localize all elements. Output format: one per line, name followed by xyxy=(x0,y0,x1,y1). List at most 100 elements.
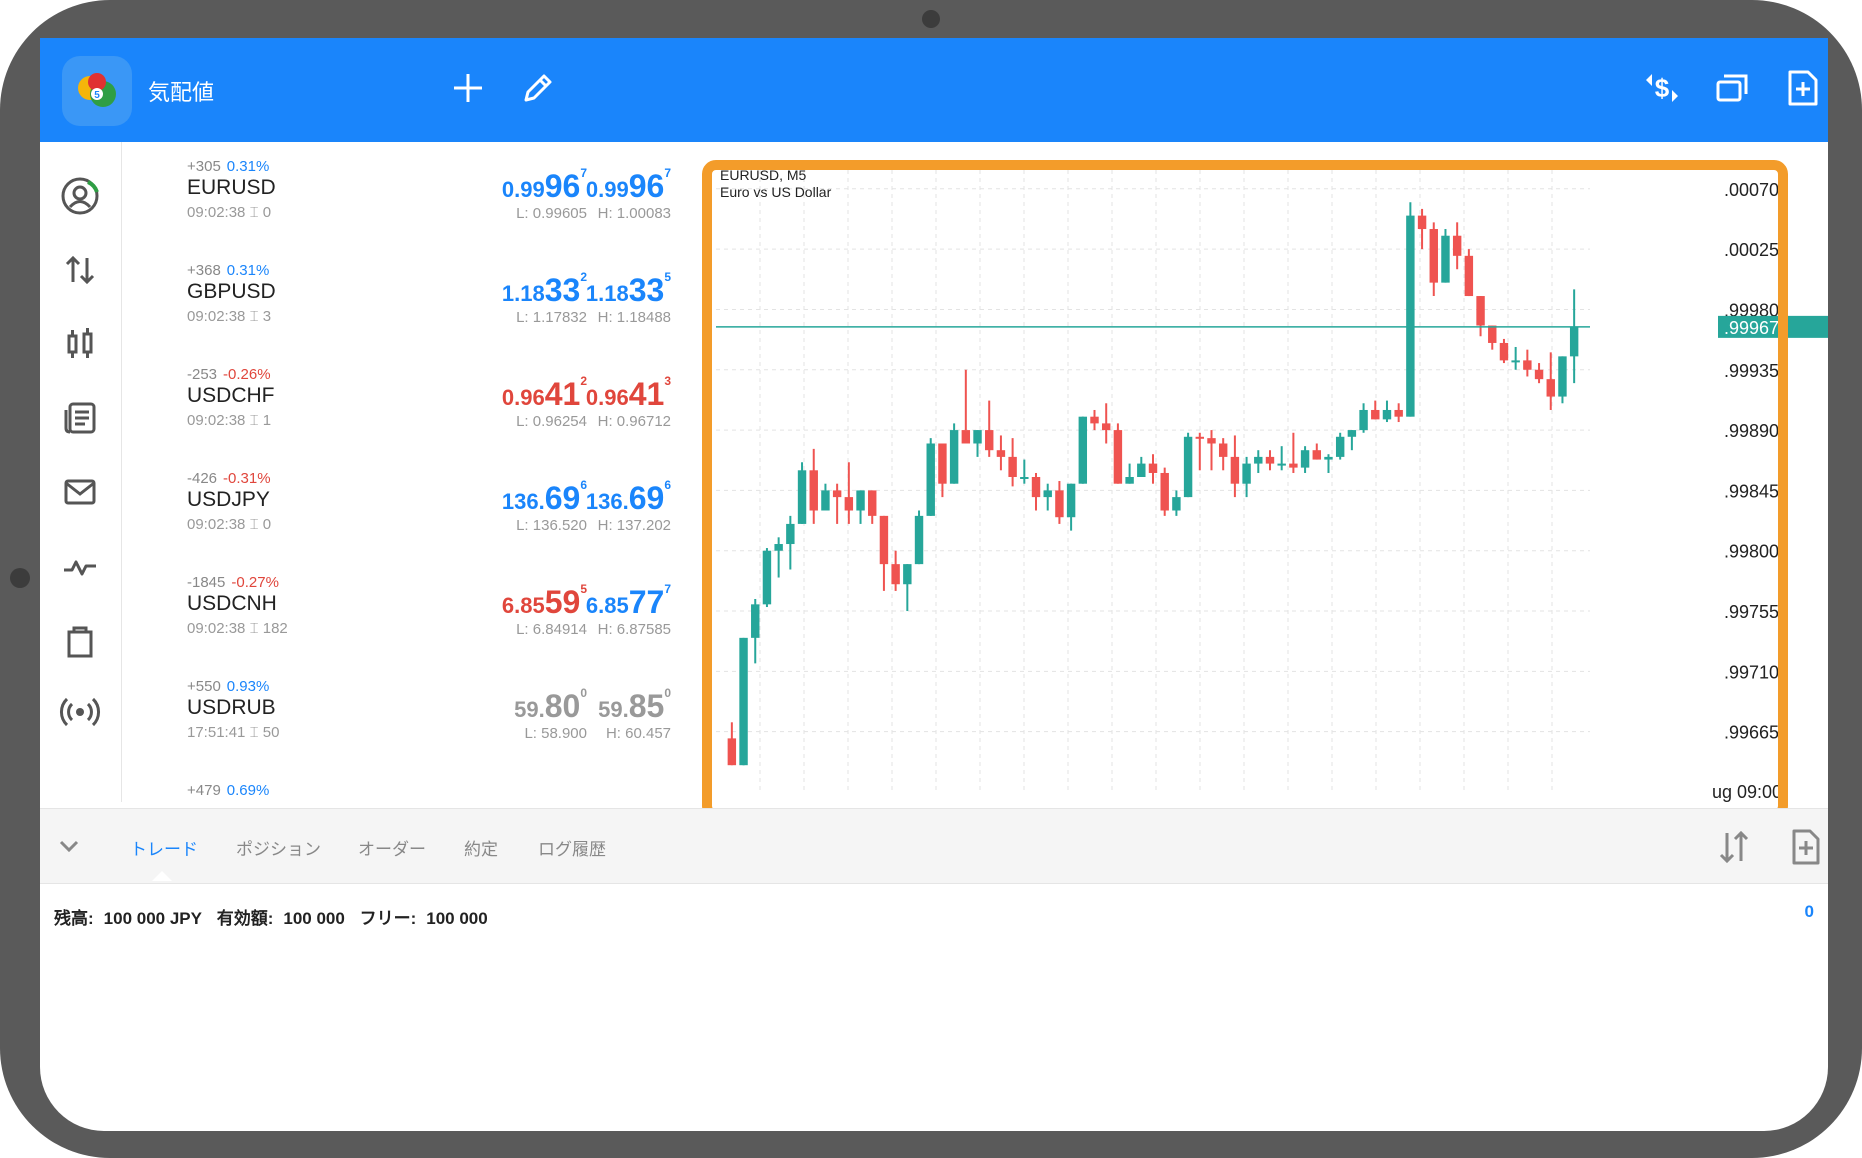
bid-price: 6.85595 xyxy=(501,582,587,620)
quote-low: L: 1.17832 xyxy=(516,309,587,326)
sort-icon[interactable] xyxy=(1714,827,1754,867)
quote-change: +550 0.93% xyxy=(187,678,269,695)
spread-icon: ⌶ xyxy=(249,620,259,637)
quote-row[interactable]: -426 -0.31% USDJPY 09:02:38 ⌶ 0 136.696 136.6… xyxy=(122,454,697,558)
active-tab-indicator xyxy=(152,871,172,881)
quote-spread: 0 xyxy=(262,516,272,533)
quote-low: L: 58.900 xyxy=(524,725,587,742)
quote-spread: 0 xyxy=(262,204,272,221)
quote-timestamp: 09:02:38 xyxy=(187,516,246,533)
quote-points: +550 xyxy=(187,678,221,695)
quote-low: L: 0.99605 xyxy=(516,205,587,222)
quote-change: -1845 -0.27% xyxy=(187,574,279,591)
mail-icon[interactable] xyxy=(58,470,102,514)
bid-price: 1.18332 xyxy=(501,270,587,308)
quote-spread: 1 xyxy=(262,412,272,429)
quote-points: -253 xyxy=(187,366,218,383)
quote-high: H: 1.00083 xyxy=(597,205,671,222)
quote-timestamp: 09:02:38 xyxy=(187,204,246,221)
account-summary: 残高: 100 000 JPY 有効額: 100 000 フリー: 100 000 xyxy=(54,904,498,929)
windows-icon[interactable] xyxy=(1710,66,1754,110)
balance-value: 100 000 JPY xyxy=(103,909,202,928)
quote-time: 09:02:38 ⌶ 0 xyxy=(187,204,271,221)
quote-low: L: 136.520 xyxy=(516,517,587,534)
bag-icon[interactable] xyxy=(58,618,102,662)
svg-text:$: $ xyxy=(1655,73,1670,103)
new-document-icon[interactable] xyxy=(1780,66,1824,110)
quote-percent: -0.27% xyxy=(231,574,279,591)
chevron-down-icon[interactable] xyxy=(54,831,84,861)
quote-symbol: USDCNH xyxy=(187,592,277,615)
ask-price: 0.96413 xyxy=(585,374,671,412)
quote-change: +368 0.31% xyxy=(187,262,269,279)
quote-change: -426 -0.31% xyxy=(187,470,271,487)
quote-symbol: EURUSD xyxy=(187,176,276,199)
top-bar: 5 気配値 $ xyxy=(40,38,1828,142)
ask-price: 136.696 xyxy=(585,478,671,516)
account-icon[interactable] xyxy=(58,174,102,218)
quote-points: -426 xyxy=(187,470,218,487)
quote-row[interactable]: +550 0.93% USDRUB 17:51:41 ⌶ 50 59.800 59.850… xyxy=(122,662,697,766)
quote-change: -253 -0.26% xyxy=(187,366,271,383)
quote-row[interactable]: +368 0.31% GBPUSD 09:02:38 ⌶ 3 1.18332 1.1833… xyxy=(122,246,697,350)
quote-symbol: USDCHF xyxy=(187,384,275,407)
ask-price: 1.18335 xyxy=(585,270,671,308)
spread-icon: ⌶ xyxy=(249,516,259,533)
spread-icon: ⌶ xyxy=(249,724,259,741)
svg-text:5: 5 xyxy=(94,90,100,101)
quote-percent: 0.69% xyxy=(226,782,270,799)
app-screen: 5 気配値 $ +305 0.31% EURUSD 09:02:38 ⌶ 0 0… xyxy=(40,38,1828,1131)
tab-deals[interactable]: 約定 xyxy=(464,835,498,860)
quote-percent: 0.93% xyxy=(226,678,270,695)
quote-timestamp: 09:02:38 xyxy=(187,412,246,429)
quote-time: 09:02:38 ⌶ 1 xyxy=(187,412,271,429)
pencil-icon[interactable] xyxy=(516,66,560,110)
quote-high: H: 60.457 xyxy=(605,725,671,742)
plus-icon[interactable] xyxy=(446,66,490,110)
signal-icon[interactable] xyxy=(58,690,102,734)
quote-row[interactable]: -1845 -0.27% USDCNH 09:02:38 ⌶ 182 6.85595 6.… xyxy=(122,558,697,662)
quote-row[interactable]: +479 0.69% xyxy=(122,766,697,802)
quote-symbol: GBPUSD xyxy=(187,280,276,303)
app-title: 気配値 xyxy=(148,80,215,105)
quote-spread: 3 xyxy=(262,308,272,325)
trade-arrows-icon[interactable] xyxy=(58,248,102,292)
tab-log-history[interactable]: ログ履歴 xyxy=(538,835,606,860)
quote-change: +305 0.31% xyxy=(187,158,269,175)
quote-time: 17:51:41 ⌶ 50 xyxy=(187,724,279,741)
quote-change: +479 0.69% xyxy=(187,782,269,799)
bid-price: 0.96412 xyxy=(501,374,587,412)
new-order-icon[interactable] xyxy=(1786,827,1826,867)
dollar-exchange-icon[interactable]: $ xyxy=(1640,66,1684,110)
quote-points: -1845 xyxy=(187,574,226,591)
bottom-tab-bar: トレード ポジション オーダー 約定 ログ履歴 xyxy=(40,808,1828,884)
quote-row[interactable]: -253 -0.26% USDCHF 09:02:38 ⌶ 1 0.96412 0.964… xyxy=(122,350,697,454)
quote-percent: -0.31% xyxy=(223,470,271,487)
tab-positions[interactable]: ポジション xyxy=(236,835,321,860)
quote-timestamp: 17:51:41 xyxy=(187,724,246,741)
highlight-frame xyxy=(702,160,1788,820)
free-value: 100 000 xyxy=(426,909,488,928)
candlestick-icon[interactable] xyxy=(58,322,102,366)
quote-time: 09:02:38 ⌶ 3 xyxy=(187,308,271,325)
quote-points: +305 xyxy=(187,158,221,175)
quote-row[interactable]: +305 0.31% EURUSD 09:02:38 ⌶ 0 0.99967 0.9996… xyxy=(122,142,697,246)
bid-price: 0.99967 xyxy=(501,166,587,204)
pulse-icon[interactable] xyxy=(58,544,102,588)
free-label: フリー: xyxy=(359,909,417,928)
quote-timestamp: 09:02:38 xyxy=(187,620,246,637)
equity-label: 有効額: xyxy=(216,909,274,928)
tab-orders[interactable]: オーダー xyxy=(358,835,426,860)
summary-right-value: 0 xyxy=(1804,902,1814,921)
quote-high: H: 137.202 xyxy=(597,517,671,534)
news-icon[interactable] xyxy=(58,396,102,440)
quote-symbol: USDJPY xyxy=(187,488,270,511)
tab-trade[interactable]: トレード xyxy=(130,835,198,860)
bid-price: 136.696 xyxy=(501,478,587,516)
quote-spread: 50 xyxy=(262,724,280,741)
quote-percent: -0.26% xyxy=(223,366,271,383)
ask-price: 59.850 xyxy=(598,686,671,724)
side-button xyxy=(10,568,30,588)
quotes-list: +305 0.31% EURUSD 09:02:38 ⌶ 0 0.99967 0.9996… xyxy=(122,142,697,802)
quote-low: L: 0.96254 xyxy=(516,413,587,430)
